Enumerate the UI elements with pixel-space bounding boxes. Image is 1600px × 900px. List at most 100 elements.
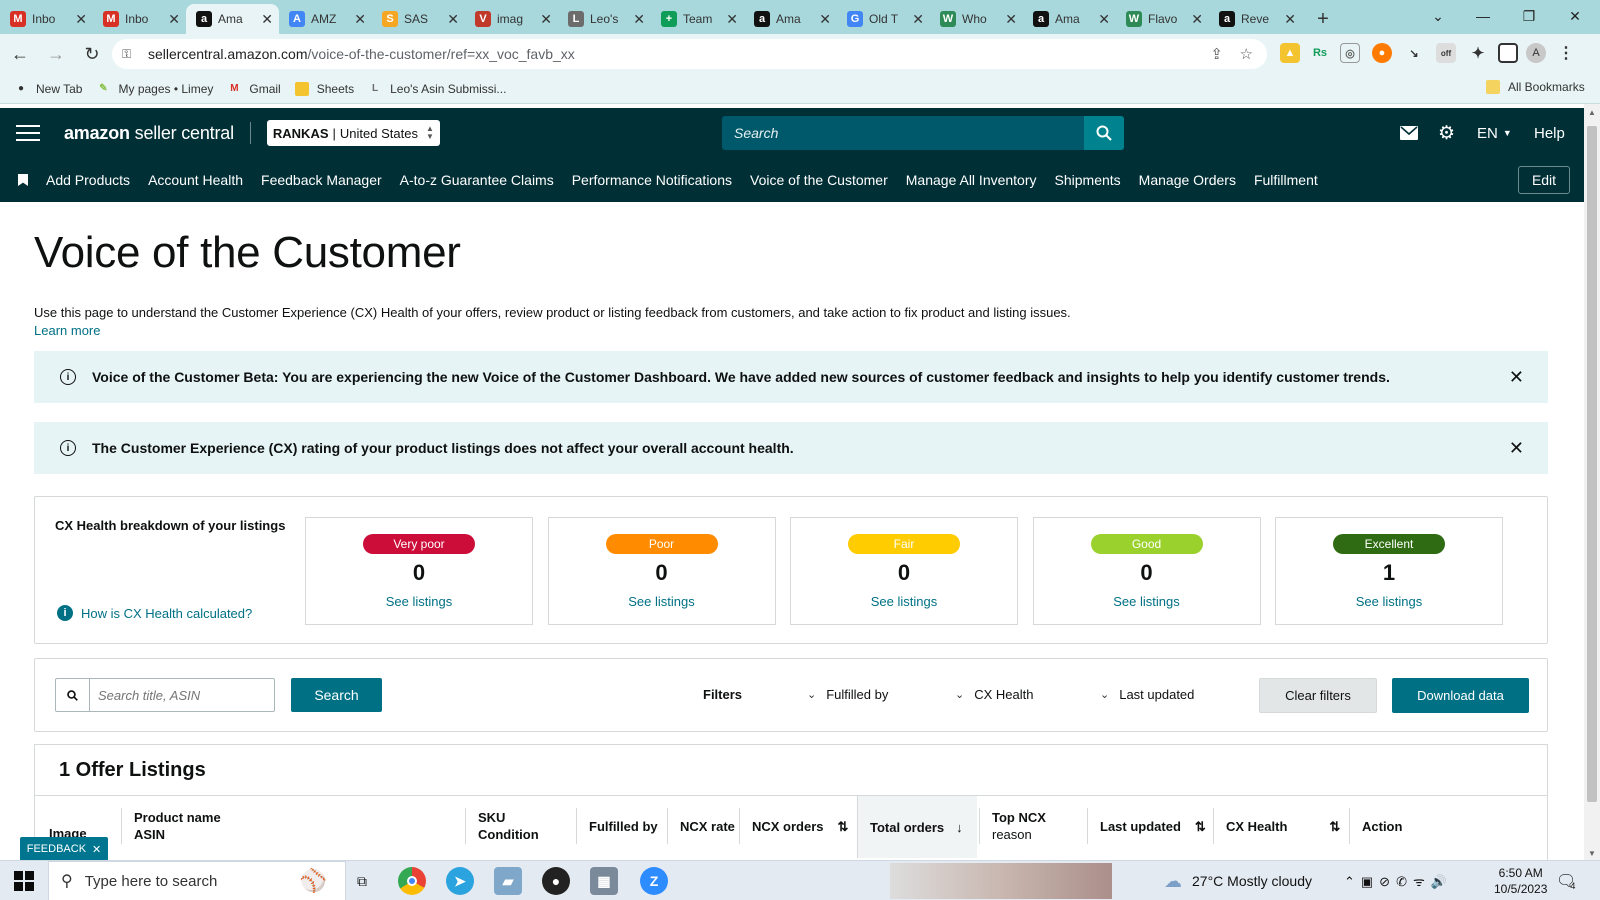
- cx-health-dropdown[interactable]: ⌄ CX Health: [955, 687, 1033, 702]
- close-icon[interactable]: ✕: [92, 843, 101, 856]
- browser-menu-icon[interactable]: ⋮: [1556, 43, 1576, 63]
- tab-close-icon[interactable]: ✕: [1284, 11, 1296, 28]
- col-ncx-orders[interactable]: NCX orders ⇅: [739, 808, 848, 844]
- edit-nav-button[interactable]: Edit: [1518, 166, 1570, 194]
- tab-close-icon[interactable]: ✕: [912, 11, 924, 28]
- seller-search-box[interactable]: Search: [722, 116, 1124, 150]
- col-total-orders[interactable]: Total orders ↓: [857, 796, 977, 858]
- notifications-icon[interactable]: 🗨 4: [1556, 861, 1576, 900]
- see-listings-link[interactable]: See listings: [791, 594, 1017, 609]
- tab-search-icon[interactable]: ⌄: [1415, 0, 1461, 32]
- page-scrollbar[interactable]: ▲ ▼: [1584, 104, 1600, 860]
- listing-search-input[interactable]: [90, 687, 270, 703]
- forward-icon[interactable]: →: [40, 38, 72, 70]
- col-last-updated[interactable]: Last updated ⇅: [1087, 808, 1206, 844]
- browser-tab[interactable]: G Old T ✕: [837, 4, 930, 34]
- col-ncx-rate[interactable]: NCX rate: [667, 808, 735, 844]
- tab-close-icon[interactable]: ✕: [75, 11, 87, 28]
- browser-tab[interactable]: W Flavo ✕: [1116, 4, 1209, 34]
- bookmark-item[interactable]: ● New Tab: [14, 82, 83, 96]
- share-icon[interactable]: ⇪: [1210, 45, 1223, 63]
- extension-icon-4[interactable]: ●: [1372, 43, 1392, 63]
- extension-icon-1[interactable]: ▲: [1280, 43, 1300, 63]
- tab-close-icon[interactable]: ✕: [261, 11, 273, 28]
- reload-icon[interactable]: ↻: [76, 38, 108, 70]
- col-fulfilled-by[interactable]: Fulfilled by: [576, 808, 658, 844]
- zoom-taskbar-icon[interactable]: Z: [640, 867, 668, 895]
- tab-close-icon[interactable]: ✕: [354, 11, 366, 28]
- col-product-name[interactable]: Product name ASIN: [121, 808, 221, 844]
- bookmark-item[interactable]: ✎ My pages • Limey: [96, 82, 213, 96]
- learn-more-link[interactable]: Learn more: [34, 323, 100, 338]
- browser-tab[interactable]: a Ama ✕: [186, 4, 279, 34]
- browser-tab[interactable]: a Ama ✕: [744, 4, 837, 34]
- tab-close-icon[interactable]: ✕: [540, 11, 552, 28]
- browser-tab[interactable]: a Reve ✕: [1209, 4, 1302, 34]
- nav-item[interactable]: Fulfillment: [1254, 172, 1318, 188]
- nav-item[interactable]: Performance Notifications: [572, 172, 732, 188]
- tab-close-icon[interactable]: ✕: [1098, 11, 1110, 28]
- clock[interactable]: 6:50 AM 10/5/2023: [1494, 861, 1547, 900]
- site-info-icon[interactable]: ⚿: [122, 47, 136, 61]
- browser-tab[interactable]: S SAS ✕: [372, 4, 465, 34]
- browser-tab[interactable]: W Who ✕: [930, 4, 1023, 34]
- cx-health-calc-link[interactable]: i How is CX Health calculated?: [57, 605, 252, 621]
- taskbar-preview-thumbnail[interactable]: [890, 863, 1112, 899]
- nav-item[interactable]: Manage Orders: [1139, 172, 1236, 188]
- scroll-down-icon[interactable]: ▼: [1588, 849, 1596, 858]
- col-top-ncx[interactable]: Top NCX reason: [979, 808, 1089, 844]
- browser-tab[interactable]: Vimag ✕: [465, 4, 558, 34]
- nav-item[interactable]: Add Products: [46, 172, 130, 188]
- system-tray-icons[interactable]: ⌃▣⊘✆ᯤ🔊: [1344, 861, 1453, 900]
- tab-close-icon[interactable]: ✕: [1005, 11, 1017, 28]
- extension-icon-3[interactable]: ◎: [1340, 43, 1360, 63]
- sort-icon[interactable]: ⇅: [1329, 818, 1340, 835]
- scrollbar-thumb[interactable]: [1587, 126, 1597, 802]
- listing-search-button[interactable]: Search: [291, 678, 382, 712]
- language-selector[interactable]: EN ▼: [1477, 108, 1512, 158]
- back-icon[interactable]: ←: [4, 38, 36, 70]
- extension-off-icon[interactable]: off: [1436, 43, 1456, 63]
- url-bar[interactable]: ⚿ sellercentral.amazon.com/voice-of-the-…: [112, 39, 1267, 69]
- minimize-icon[interactable]: —: [1460, 0, 1506, 32]
- tab-close-icon[interactable]: ✕: [1191, 11, 1203, 28]
- seller-search-button[interactable]: [1084, 116, 1124, 150]
- weather-widget[interactable]: ☁ 27°C Mostly cloudy: [1164, 861, 1312, 900]
- extensions-puzzle-icon[interactable]: ✦: [1468, 43, 1488, 63]
- tab-close-icon[interactable]: ✕: [633, 11, 645, 28]
- help-link[interactable]: Help: [1534, 108, 1565, 158]
- tab-close-icon[interactable]: ✕: [726, 11, 738, 28]
- sort-icon[interactable]: ⇅: [1195, 818, 1206, 835]
- tab-close-icon[interactable]: ✕: [447, 11, 459, 28]
- nav-item[interactable]: Shipments: [1055, 172, 1121, 188]
- windows-start-icon[interactable]: [14, 870, 34, 891]
- settings-gear-icon[interactable]: ⚙: [1438, 108, 1455, 158]
- nav-item[interactable]: Account Health: [148, 172, 243, 188]
- see-listings-link[interactable]: See listings: [1034, 594, 1260, 609]
- browser-tab[interactable]: A AMZ ✕: [279, 4, 372, 34]
- see-listings-link[interactable]: See listings: [549, 594, 775, 609]
- browser-tab[interactable]: M Inbo ✕: [0, 4, 93, 34]
- tab-close-icon[interactable]: ✕: [168, 11, 180, 28]
- sort-icon[interactable]: ⇅: [838, 818, 849, 835]
- browser-tab[interactable]: L Leo's ✕: [558, 4, 651, 34]
- browser-tab[interactable]: + Team ✕: [651, 4, 744, 34]
- browser-tab[interactable]: M Inbo ✕: [93, 4, 186, 34]
- profile-avatar[interactable]: A: [1526, 43, 1546, 63]
- all-bookmarks[interactable]: All Bookmarks: [1486, 80, 1585, 94]
- taskbar-search[interactable]: ⚲ Type here to search ⚾: [48, 861, 346, 900]
- scroll-up-icon[interactable]: ▲: [1588, 108, 1596, 117]
- nav-item[interactable]: Voice of the Customer: [750, 172, 888, 188]
- app-taskbar-icon[interactable]: ●: [542, 867, 570, 895]
- nav-item[interactable]: Manage All Inventory: [906, 172, 1037, 188]
- calculator-taskbar-icon[interactable]: ▦: [590, 867, 618, 895]
- restore-icon[interactable]: ❐: [1506, 0, 1552, 32]
- bookmark-item[interactable]: L Leo's Asin Submissi...: [368, 82, 506, 96]
- task-view-icon[interactable]: ⧉: [348, 867, 376, 895]
- account-switcher[interactable]: RANKAS | United States ▲ ▼: [266, 120, 440, 146]
- col-sku[interactable]: SKU Condition: [465, 808, 539, 844]
- new-tab-icon[interactable]: +: [1308, 4, 1338, 34]
- bookmark-star-icon[interactable]: ☆: [1240, 45, 1253, 63]
- download-data-button[interactable]: Download data: [1392, 678, 1529, 713]
- extension-icon-5[interactable]: ↘: [1404, 43, 1424, 63]
